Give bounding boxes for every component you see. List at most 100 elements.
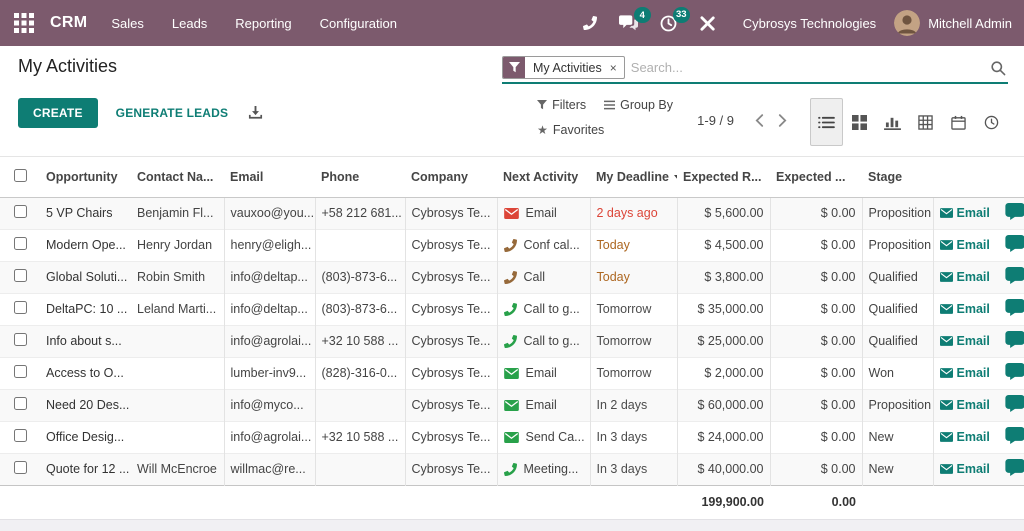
phone-cell[interactable]: (803)-873-6... (314, 293, 405, 325)
next-activity-cell[interactable]: Call to g... (496, 293, 590, 325)
row-checkbox[interactable] (13, 269, 27, 282)
email-action-button[interactable]: Email (932, 229, 1005, 261)
table-row[interactable]: Office Desig... info@agrolai... +32 10 5… (0, 421, 1024, 453)
graph-view-icon[interactable] (876, 98, 909, 146)
header-company[interactable]: Company (405, 157, 497, 198)
opportunity-cell[interactable]: Quote for 12 ... (40, 453, 131, 485)
table-row[interactable]: Global Soluti... Robin Smith info@deltap… (0, 261, 1024, 293)
phone-activity-icon[interactable] (503, 334, 517, 348)
generate-leads-button[interactable]: GENERATE LEADS (104, 98, 241, 128)
company-cell[interactable]: Cybrosys Te... (404, 325, 497, 357)
stage-cell[interactable]: New (861, 453, 933, 485)
company-cell[interactable]: Cybrosys Te... (404, 293, 497, 325)
email-action-button[interactable]: Email (932, 197, 1005, 229)
deadline-cell[interactable]: In 3 days (589, 421, 677, 453)
table-row[interactable]: Info about s... info@agrolai... +32 10 5… (0, 325, 1024, 357)
list-view-icon[interactable] (810, 98, 843, 146)
envelope-activity-icon[interactable] (503, 431, 519, 443)
sms-action-icon[interactable] (1005, 261, 1024, 293)
phone-activity-icon[interactable] (503, 462, 517, 476)
table-row[interactable]: Quote for 12 ... Will McEncroe willmac@r… (0, 453, 1024, 485)
email-action-button[interactable]: Email (932, 421, 1005, 453)
next-activity-cell[interactable]: Call (496, 261, 590, 293)
company-cell[interactable]: Cybrosys Te... (404, 197, 497, 229)
email-action-button[interactable]: Email (932, 453, 1005, 485)
header-contact[interactable]: Contact Na... (131, 157, 224, 198)
contact-cell[interactable]: Robin Smith (131, 261, 224, 293)
company-cell[interactable]: Cybrosys Te... (404, 453, 497, 485)
phone-cell[interactable]: +58 212 681... (314, 197, 405, 229)
next-activity-cell[interactable]: Email (496, 357, 590, 389)
sms-action-icon[interactable] (1005, 421, 1024, 453)
row-checkbox[interactable] (13, 461, 27, 474)
select-all-checkbox[interactable] (13, 168, 27, 182)
company-cell[interactable]: Cybrosys Te... (404, 389, 497, 421)
menu-sales[interactable]: Sales (97, 2, 158, 45)
phone-cell[interactable]: (828)-316-0... (314, 357, 405, 389)
email-cell[interactable]: info@deltap... (223, 261, 315, 293)
sms-action-icon[interactable] (1005, 453, 1024, 485)
deadline-cell[interactable]: 2 days ago (589, 197, 677, 229)
email-cell[interactable]: vauxoo@you... (223, 197, 315, 229)
table-row[interactable]: DeltaPC: 10 ... Leland Marti... info@del… (0, 293, 1024, 325)
phone-cell[interactable] (314, 229, 405, 261)
next-activity-cell[interactable]: Send Ca... (496, 421, 590, 453)
email-cell[interactable]: info@myco... (223, 389, 315, 421)
phone-cell[interactable] (314, 453, 405, 485)
pager-previous-icon[interactable] (748, 110, 771, 131)
sms-action-icon[interactable] (1005, 357, 1024, 389)
pivot-view-icon[interactable] (909, 98, 942, 146)
sms-action-icon[interactable] (1005, 293, 1024, 325)
row-checkbox[interactable] (13, 205, 27, 218)
contact-cell[interactable]: Will McEncroe (131, 453, 224, 485)
next-activity-cell[interactable]: Email (496, 389, 590, 421)
company-cell[interactable]: Cybrosys Te... (404, 229, 497, 261)
contact-cell[interactable] (131, 325, 224, 357)
email-cell[interactable]: lumber-inv9... (223, 357, 315, 389)
opportunity-cell[interactable]: Info about s... (40, 325, 131, 357)
company-switcher[interactable]: Cybrosys Technologies (743, 16, 876, 31)
email-action-button[interactable]: Email (932, 293, 1005, 325)
table-row[interactable]: Need 20 Des... info@myco... Cybrosys Te.… (0, 389, 1024, 421)
email-action-button[interactable]: Email (932, 261, 1005, 293)
opportunity-cell[interactable]: Need 20 Des... (40, 389, 131, 421)
next-activity-cell[interactable]: Conf cal... (496, 229, 590, 261)
opportunity-cell[interactable]: DeltaPC: 10 ... (40, 293, 131, 325)
header-next-activity[interactable]: Next Activity (497, 157, 590, 198)
menu-configuration[interactable]: Configuration (306, 2, 411, 45)
sms-action-icon[interactable] (1005, 325, 1024, 357)
next-activity-cell[interactable]: Email (496, 197, 590, 229)
messages-icon[interactable]: 4 (608, 5, 651, 41)
contact-cell[interactable]: Benjamin Fl... (131, 197, 224, 229)
email-action-button[interactable]: Email (932, 325, 1005, 357)
email-cell[interactable]: willmac@re... (223, 453, 315, 485)
table-row[interactable]: Access to O... lumber-inv9... (828)-316-… (0, 357, 1024, 389)
activity-clock-icon[interactable]: 33 (649, 5, 690, 42)
phone-activity-icon[interactable] (503, 302, 517, 316)
deadline-cell[interactable]: Today (589, 261, 677, 293)
deadline-cell[interactable]: Tomorrow (589, 357, 677, 389)
header-expected-revenue[interactable]: Expected R... (677, 157, 770, 198)
stage-cell[interactable]: Qualified (861, 325, 933, 357)
row-checkbox[interactable] (13, 237, 27, 250)
contact-cell[interactable] (131, 357, 224, 389)
deadline-cell[interactable]: Today (589, 229, 677, 261)
favorites-menu[interactable]: ★ Favorites (537, 123, 604, 137)
tools-icon[interactable] (688, 5, 727, 42)
user-menu[interactable]: Mitchell Admin (894, 10, 1012, 36)
contact-cell[interactable]: Henry Jordan (131, 229, 224, 261)
phone-cell[interactable]: (803)-873-6... (314, 261, 405, 293)
contact-cell[interactable] (131, 421, 224, 453)
header-phone[interactable]: Phone (315, 157, 405, 198)
stage-cell[interactable]: Won (861, 357, 933, 389)
row-checkbox[interactable] (13, 333, 27, 346)
phone-icon[interactable] (572, 6, 608, 40)
stage-cell[interactable]: Proposition (861, 197, 933, 229)
phone-activity-icon[interactable] (503, 270, 517, 284)
sms-action-icon[interactable] (1005, 197, 1024, 229)
calendar-view-icon[interactable] (942, 98, 975, 146)
next-activity-cell[interactable]: Meeting... (496, 453, 590, 485)
create-button[interactable]: CREATE (18, 98, 98, 128)
envelope-activity-icon[interactable] (503, 207, 519, 219)
search-icon[interactable] (990, 60, 1006, 76)
